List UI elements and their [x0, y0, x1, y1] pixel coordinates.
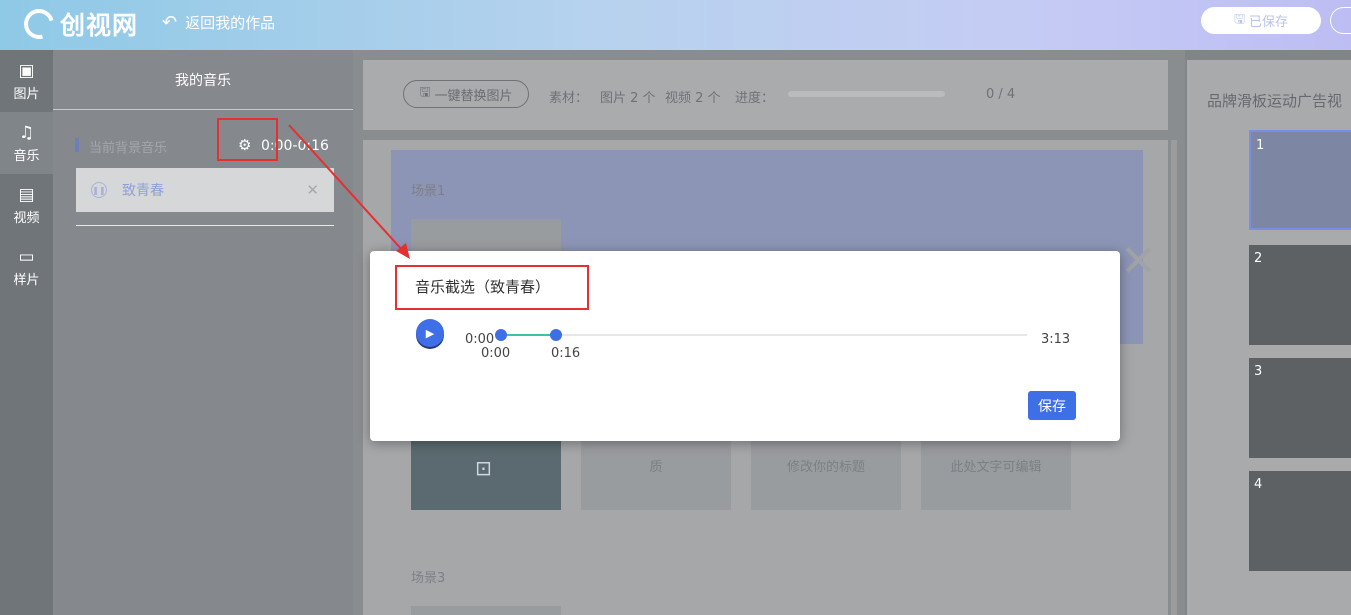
replace-label: 一键替换图片: [434, 88, 513, 104]
trim-start-handle[interactable]: [495, 329, 507, 341]
progress-bar: [788, 91, 945, 97]
music-panel: 我的音乐 当前背景音乐 ⚙ 0:00-0:16 ❚❚ 致青春 ✕: [53, 50, 353, 615]
scene-text-cell[interactable]: 此处文字可编辑: [921, 430, 1071, 510]
scrollbar[interactable]: [1171, 140, 1177, 615]
scene-thumbnail[interactable]: ⊡: [411, 430, 561, 510]
left-icon-rail: ▣ 图片 ♫ 音乐 ▤ 视频 ▭ 样片: [0, 50, 53, 615]
slide-number: 2: [1254, 251, 1263, 266]
pause-icon[interactable]: ❚❚: [91, 182, 107, 198]
rail-label: 图片: [13, 86, 40, 102]
handle-end-label: 0:16: [551, 346, 581, 361]
project-title: 品牌滑板运动广告视: [1207, 92, 1343, 110]
music-track-item[interactable]: ❚❚ 致青春 ✕: [76, 168, 334, 212]
rail-label: 样片: [13, 272, 40, 288]
slide-thumbnail[interactable]: 2: [1249, 245, 1351, 345]
back-to-my-works-link[interactable]: ↶ 返回我的作品: [162, 12, 275, 33]
trim-end-handle[interactable]: [550, 329, 562, 341]
chart-icon: ⊡: [475, 456, 492, 480]
slide-thumbnail[interactable]: 1: [1249, 130, 1351, 230]
cell-text: 质: [649, 460, 663, 475]
slide-number: 1: [1256, 138, 1265, 153]
progress-text: 0 / 4: [986, 87, 1016, 102]
editor-toolbar: 🖫 一键替换图片 素材： 图片 2 个 视频 2 个 进度： 0 / 4: [363, 60, 1168, 130]
image-count: 图片 2 个: [600, 91, 656, 106]
slide-thumbnail[interactable]: 4: [1249, 471, 1351, 571]
film-icon: ▤: [18, 184, 35, 205]
scene-text-cell[interactable]: 修改你的标题: [751, 430, 901, 510]
cell-text: 此处文字可编辑: [950, 460, 1042, 475]
logo[interactable]: 创视网: [18, 3, 139, 45]
logo-mark-icon: [18, 3, 60, 45]
close-icon[interactable]: ✕: [306, 181, 319, 199]
logo-text: 创视网: [60, 11, 139, 40]
rail-label: 音乐: [13, 148, 40, 164]
scene-thumbnail[interactable]: [411, 606, 561, 615]
close-icon[interactable]: ✕: [1120, 240, 1157, 284]
image-icon: ▣: [18, 60, 35, 81]
save-disk-icon: 🖫: [1233, 11, 1246, 27]
save-disk-icon: 🖫: [419, 85, 431, 100]
rail-label: 视频: [13, 210, 40, 226]
slide-number: 4: [1254, 477, 1263, 492]
back-label: 返回我的作品: [185, 14, 276, 32]
preview-panel: 品牌滑板运动广告视 1 2 3 4: [1185, 50, 1351, 615]
scene-text-cell[interactable]: 质: [581, 430, 731, 510]
annotation-box-title: [395, 265, 589, 310]
music-panel-title: 我的音乐: [53, 50, 353, 110]
rail-item-video[interactable]: ▤ 视频: [0, 174, 53, 236]
save-button[interactable]: 保存: [1028, 391, 1076, 420]
rail-item-samples[interactable]: ▭ 样片: [0, 236, 53, 298]
scene-label: 场景3: [411, 571, 446, 586]
top-bar: 创视网 ↶ 返回我的作品 🖫 已保存: [0, 0, 1351, 50]
scene-label: 场景1: [411, 184, 446, 199]
replace-images-button[interactable]: 🖫 一键替换图片: [403, 80, 529, 108]
cell-text: 修改你的标题: [786, 460, 865, 475]
rail-item-music[interactable]: ♫ 音乐: [0, 112, 53, 174]
header-secondary-button[interactable]: [1330, 7, 1351, 34]
time-start: 0:00: [465, 332, 495, 347]
handle-start-label: 0:00: [481, 346, 511, 361]
laptop-icon: ▭: [18, 246, 35, 267]
saved-label: 已保存: [1249, 15, 1289, 30]
track-name: 致青春: [122, 183, 164, 199]
play-button[interactable]: ▶: [416, 319, 444, 347]
slide-thumbnail[interactable]: 3: [1249, 358, 1351, 458]
trim-slider-track[interactable]: [501, 334, 1027, 336]
slide-number: 3: [1254, 364, 1263, 379]
time-end: 3:13: [1041, 332, 1071, 347]
back-arrow-icon: ↶: [162, 12, 178, 33]
saved-button[interactable]: 🖫 已保存: [1201, 7, 1321, 34]
current-bgm-label: 当前背景音乐: [75, 137, 167, 156]
divider: [76, 225, 334, 226]
video-count: 视频 2 个: [665, 91, 721, 106]
trim-slider-selection: [501, 334, 556, 336]
music-icon: ♫: [18, 122, 35, 143]
progress-label: 进度：: [735, 91, 775, 106]
play-icon: ▶: [425, 326, 435, 340]
rail-item-images[interactable]: ▣ 图片: [0, 50, 53, 112]
annotation-box-gear: [217, 118, 278, 161]
material-label: 素材：: [549, 91, 589, 106]
preview-card: 品牌滑板运动广告视 1 2 3 4: [1187, 60, 1351, 615]
